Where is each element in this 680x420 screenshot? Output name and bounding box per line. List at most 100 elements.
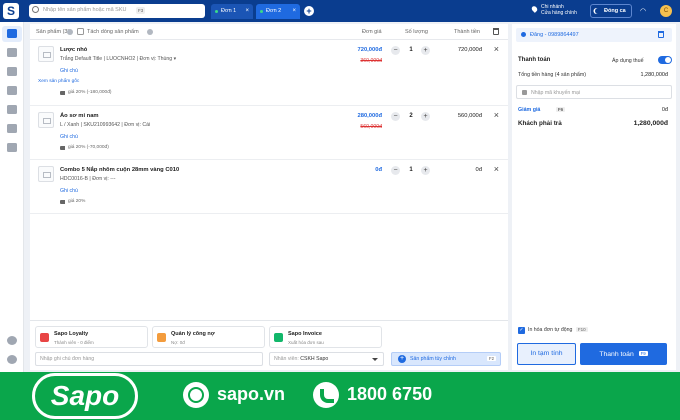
split-lines-checkbox[interactable]	[77, 28, 84, 35]
increase-qty-button[interactable]: +	[421, 166, 430, 175]
globe-icon	[183, 382, 209, 408]
pay-button[interactable]: Thanh toán F9	[580, 343, 667, 365]
debt-icon	[157, 333, 166, 342]
table-row[interactable]: Combo 5 Nắp nhôm cuộn 28mm vàng C010 HDC…	[30, 160, 508, 214]
promo-placeholder: Nhập mã khuyến mại	[531, 90, 581, 96]
search-input[interactable]: Nhập tên sản phẩm hoặc mã SKU	[43, 7, 126, 13]
topbar: S Nhập tên sản phẩm hoặc mã SKU F3 Đơn 1…	[0, 0, 680, 22]
cart-icon[interactable]	[7, 29, 17, 38]
help-icon[interactable]	[7, 336, 17, 345]
increase-qty-button[interactable]: +	[421, 46, 430, 55]
trash-icon[interactable]	[658, 31, 664, 38]
remove-item-icon[interactable]: ×	[494, 164, 499, 174]
avatar[interactable]: C	[660, 5, 672, 17]
close-shift-button[interactable]: Đóng ca	[590, 4, 632, 18]
add-tab-button[interactable]: +	[304, 6, 314, 16]
gear-icon[interactable]	[7, 124, 17, 133]
product-image	[38, 112, 54, 128]
discount-shortcut: F6	[555, 107, 566, 112]
original-price: 360,000đ	[360, 58, 382, 64]
product-name[interactable]: Lược nhỏ	[60, 47, 87, 53]
apply-tax-toggle[interactable]	[658, 56, 672, 64]
loyalty-card[interactable]: Sapo Loyalty Thành viên - 0 điểm	[35, 326, 148, 348]
trash-icon[interactable]	[493, 28, 499, 35]
settings-icon[interactable]	[7, 355, 17, 364]
product-image	[38, 166, 54, 182]
custom-product-button[interactable]: + Sản phẩm tùy chỉnh F2	[391, 352, 501, 366]
total-header: Thành tiền	[454, 29, 480, 35]
plus-icon: +	[398, 355, 406, 363]
tab-status-dot	[260, 10, 263, 13]
document-icon[interactable]	[7, 105, 17, 114]
search-icon	[32, 6, 39, 13]
product-name[interactable]: Combo 5 Nắp nhôm cuộn 28mm vàng C010	[60, 167, 179, 173]
hotline-text: 1800 6750	[347, 384, 433, 404]
custom-product-label: Sản phẩm tùy chỉnh	[410, 356, 456, 362]
unit-price[interactable]: 280,000đ	[358, 113, 383, 119]
staff-select[interactable]: Nhân viên: CSKH Sapo	[269, 352, 384, 366]
debt-card[interactable]: Quản lý công nợ Nợ: 0đ	[152, 326, 265, 348]
tab-order-2[interactable]: Đơn 2 ×	[256, 4, 300, 19]
unit-price[interactable]: 720,000đ	[358, 47, 383, 53]
note-link[interactable]: Ghi chú	[60, 68, 78, 74]
payment-title: Thanh toán	[518, 57, 551, 63]
tab-order-1[interactable]: Đơn 1 ×	[211, 4, 253, 19]
order-note-input[interactable]: Nhập ghi chú đơn hàng	[35, 352, 263, 366]
quantity-value[interactable]: 1	[405, 47, 417, 53]
price-note: giá 20% (-180,000đ)	[60, 90, 111, 95]
remove-item-icon[interactable]: ×	[494, 110, 499, 120]
note-link[interactable]: Ghi chú	[60, 188, 78, 194]
promo-banner: Sapo sapo.vn 1800 6750	[0, 372, 680, 420]
close-icon[interactable]: ×	[245, 4, 249, 19]
close-icon[interactable]: ×	[292, 4, 296, 19]
product-image	[38, 46, 54, 62]
orders-icon[interactable]	[7, 48, 17, 57]
return-icon[interactable]	[7, 86, 17, 95]
print-draft-button[interactable]: In tạm tính	[517, 343, 576, 365]
product-list-header: Sản phẩm (3) Tách dòng sản phẩm Đơn giá …	[30, 24, 508, 40]
decrease-qty-button[interactable]: −	[391, 112, 400, 121]
discount-value: 0đ	[661, 107, 668, 113]
report-icon[interactable]	[7, 143, 17, 152]
unit-price[interactable]: 0đ	[375, 167, 382, 173]
invoice-sub: Xuất hóa đơn sau	[288, 340, 324, 345]
product-search[interactable]: Nhập tên sản phẩm hoặc mã SKU F3	[29, 4, 231, 18]
quantity-value[interactable]: 2	[405, 113, 417, 119]
auto-print-option[interactable]: ✓ In hóa đơn tự động F10	[518, 327, 588, 334]
unit-price-header: Đơn giá	[362, 29, 382, 35]
view-original-link[interactable]: Xem sản phẩm gốc	[38, 79, 79, 84]
staff-value: CSKH Sapo	[300, 356, 329, 362]
loyalty-icon	[40, 333, 49, 342]
product-name[interactable]: Áo sơ mi nam	[60, 113, 99, 119]
note-link[interactable]: Ghi chú	[60, 134, 78, 140]
info-icon	[67, 29, 73, 35]
branch-selector[interactable]: Chi nhánh Cửa hàng chính	[530, 4, 577, 16]
increase-qty-button[interactable]: +	[421, 112, 430, 121]
custom-product-shortcut: F2	[486, 356, 496, 361]
discount-label[interactable]: Giảm giá F6	[518, 107, 566, 113]
amount-due-label: Khách phải trả	[518, 120, 562, 127]
order-footer: Sapo Loyalty Thành viên - 0 điểm Quản lý…	[30, 320, 508, 370]
tab-label: Đơn 2	[266, 8, 282, 14]
sapo-logo[interactable]: S	[3, 3, 19, 19]
tab-status-dot	[215, 10, 218, 13]
table-row[interactable]: Áo sơ mi nam L / Xanh | SKU210993642 | Đ…	[30, 106, 508, 160]
customer-name[interactable]: Đăng - 0989864497	[530, 32, 579, 38]
box-icon[interactable]	[7, 67, 17, 76]
checkbox-checked-icon[interactable]: ✓	[518, 327, 525, 334]
product-list-panel: Sản phẩm (3) Tách dòng sản phẩm Đơn giá …	[30, 24, 508, 320]
discount-text: Giảm giá	[518, 107, 541, 113]
quantity-value[interactable]: 1	[405, 167, 417, 173]
remove-item-icon[interactable]: ×	[494, 44, 499, 54]
invoice-card[interactable]: Sapo Invoice Xuất hóa đơn sau	[269, 326, 382, 348]
invoice-title: Sapo Invoice	[288, 331, 322, 337]
promo-code-input[interactable]: Nhập mã khuyến mại	[516, 85, 672, 99]
website-text: sapo.vn	[217, 384, 286, 404]
table-row[interactable]: Lược nhỏ Trắng Default Title | LUOCNHO2 …	[30, 40, 508, 106]
product-variant: L / Xanh | SKU210993642 | Đơn vị: Cái	[60, 122, 151, 128]
decrease-qty-button[interactable]: −	[391, 166, 400, 175]
decrease-qty-button[interactable]: −	[391, 46, 400, 55]
moon-icon	[595, 8, 601, 14]
customer-chip[interactable]: Đăng - 0989864497	[516, 28, 672, 42]
amount-due-value: 1,280,000đ	[633, 120, 668, 127]
